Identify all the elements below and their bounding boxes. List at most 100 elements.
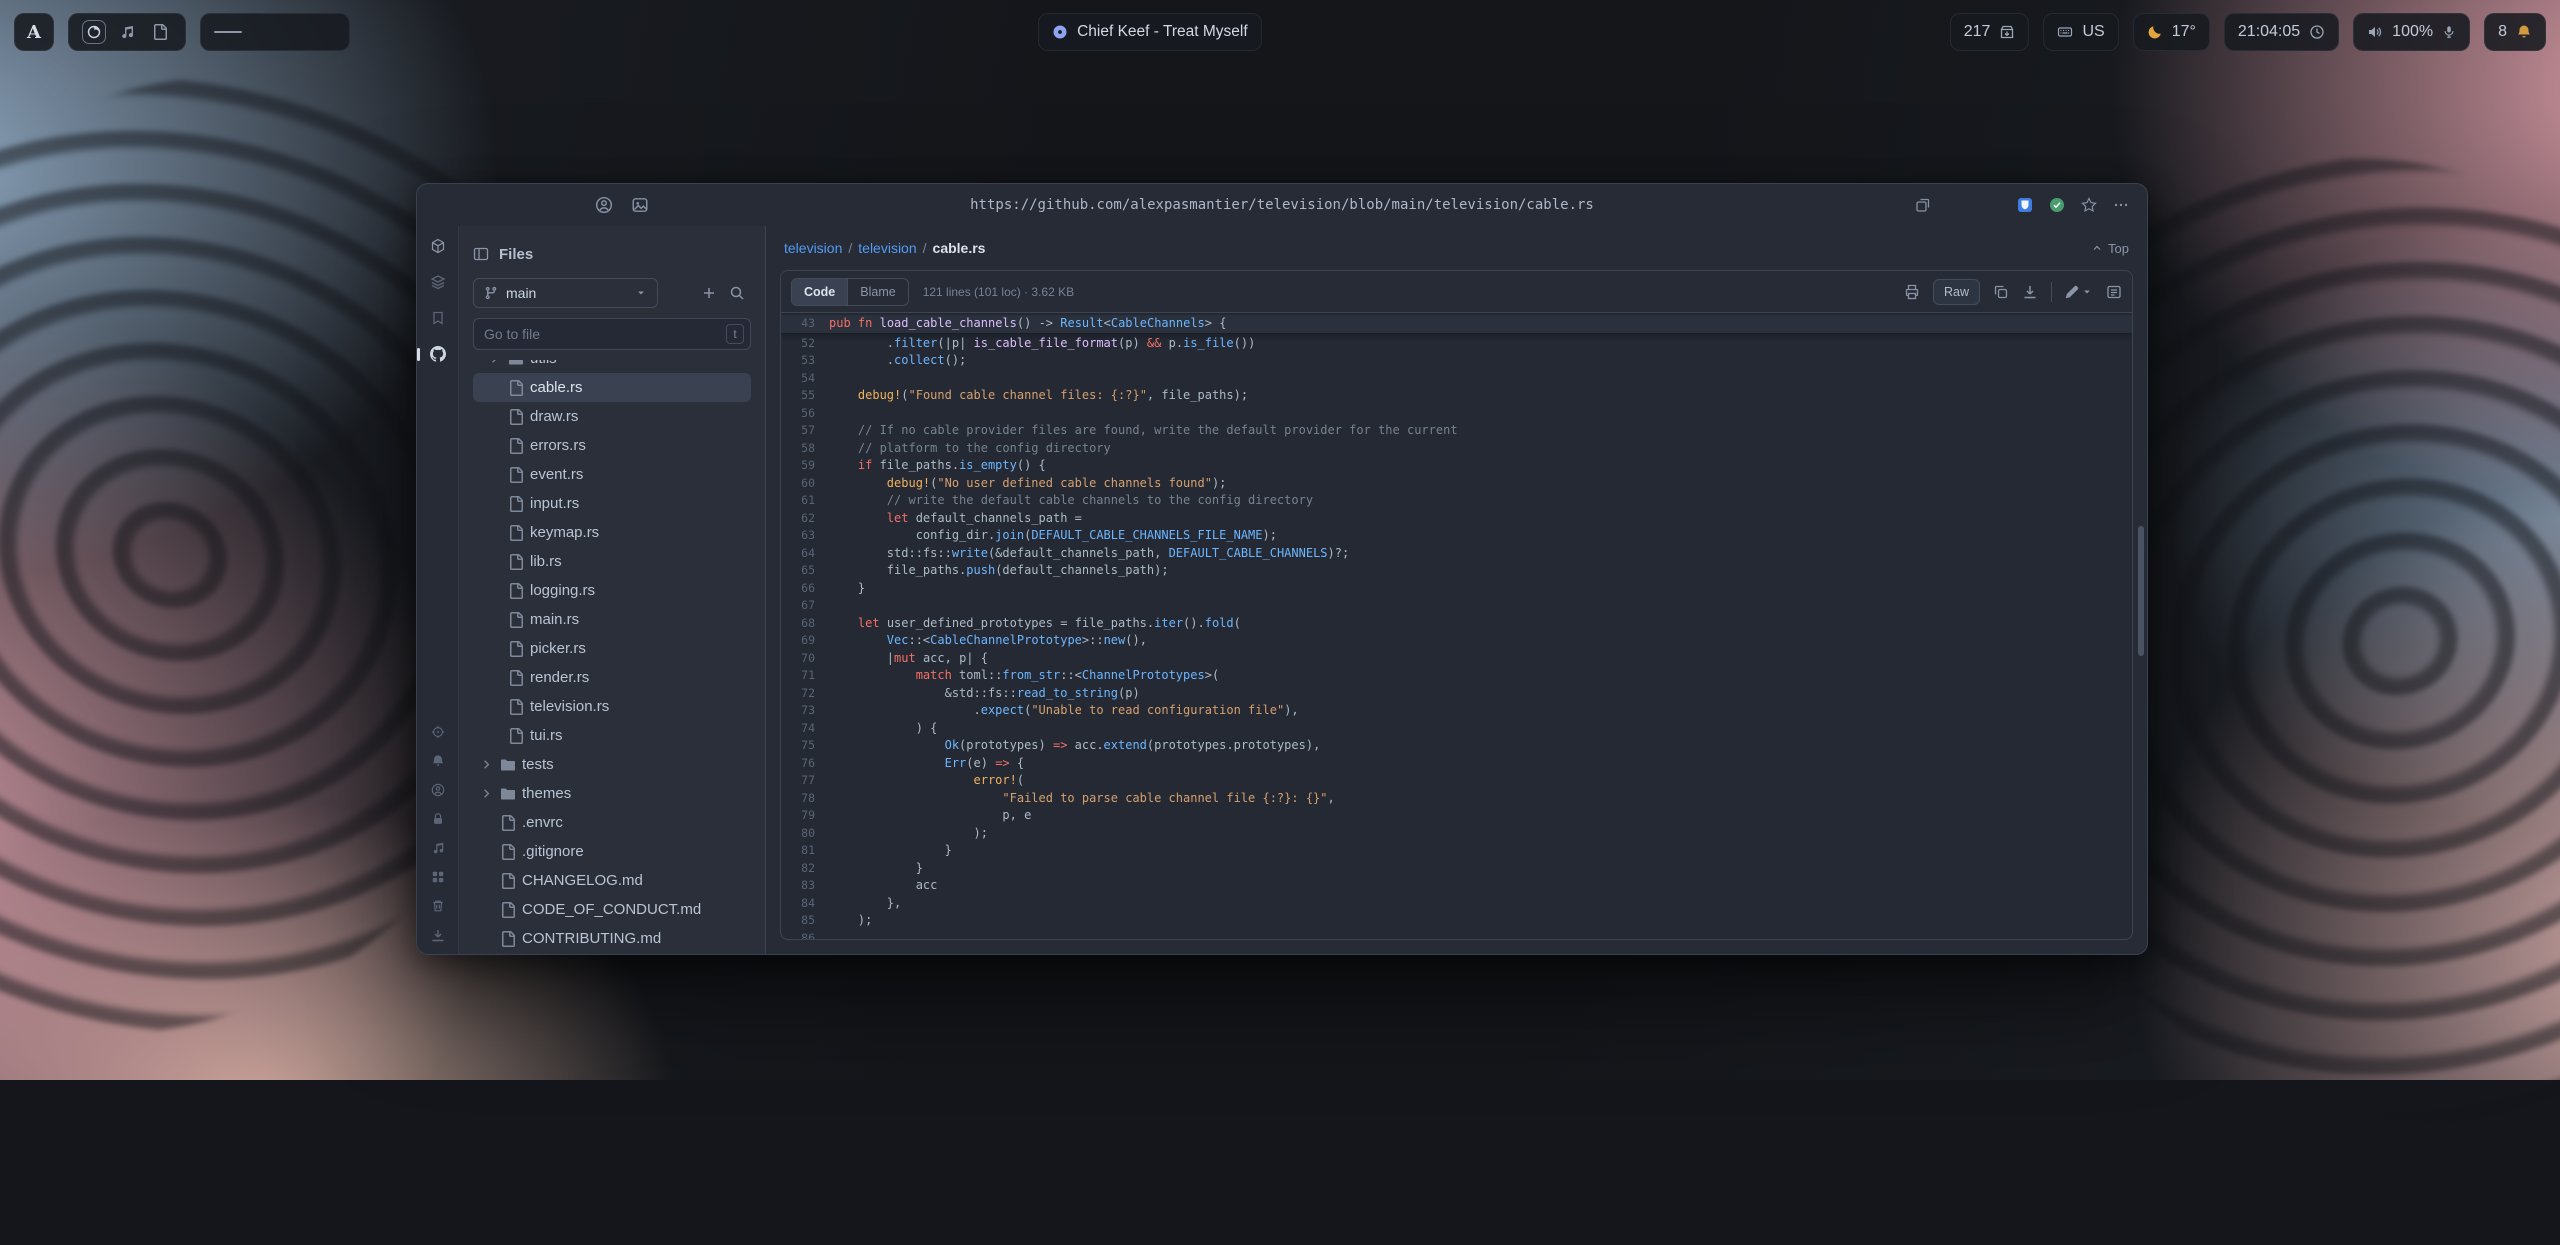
extension-icon[interactable] <box>2049 197 2065 213</box>
line-number[interactable]: 72 <box>781 685 829 703</box>
tree-item-draw.rs[interactable]: draw.rs <box>473 402 751 431</box>
line-number[interactable]: 69 <box>781 632 829 650</box>
tree-item-.gitignore[interactable]: .gitignore <box>473 837 751 866</box>
strip-bell-icon[interactable] <box>431 754 445 768</box>
edit-button[interactable] <box>2065 285 2093 299</box>
notifications-widget[interactable]: 8 <box>2484 13 2546 51</box>
target-icon[interactable] <box>431 725 445 739</box>
tree-item-CHANGELOG.md[interactable]: CHANGELOG.md <box>473 866 751 895</box>
bookmarks-icon[interactable] <box>430 310 446 326</box>
tree-item-tui.rs[interactable]: tui.rs <box>473 721 751 750</box>
line-number[interactable]: 58 <box>781 440 829 458</box>
line-number[interactable]: 70 <box>781 650 829 668</box>
apps-grid-icon[interactable] <box>431 870 445 884</box>
line-number[interactable]: 83 <box>781 877 829 895</box>
lock-icon[interactable] <box>431 812 445 826</box>
tree-item-lib.rs[interactable]: lib.rs <box>473 547 751 576</box>
line-number[interactable]: 60 <box>781 475 829 493</box>
tree-item-main.rs[interactable]: main.rs <box>473 605 751 634</box>
go-to-file-input[interactable] <box>473 318 751 350</box>
line-number[interactable]: 66 <box>781 580 829 598</box>
tree-item-.envrc[interactable]: .envrc <box>473 808 751 837</box>
line-number[interactable]: 73 <box>781 702 829 720</box>
bitwarden-extension-icon[interactable] <box>2017 197 2033 213</box>
line-number[interactable]: 52 <box>781 335 829 353</box>
downloads-icon[interactable] <box>430 928 446 944</box>
line-number[interactable]: 76 <box>781 755 829 773</box>
launcher-button[interactable]: A <box>14 13 54 51</box>
line-number[interactable]: 74 <box>781 720 829 738</box>
user-icon[interactable] <box>431 783 445 797</box>
document-app-icon[interactable] <box>148 20 172 44</box>
weather-widget[interactable]: 17° <box>2133 13 2210 51</box>
line-number[interactable]: 62 <box>781 510 829 528</box>
tree-item-event.rs[interactable]: event.rs <box>473 460 751 489</box>
browser-app-icon[interactable] <box>82 20 106 44</box>
tree-item-render.rs[interactable]: render.rs <box>473 663 751 692</box>
breadcrumb-repo-link[interactable]: television <box>784 240 842 256</box>
line-number[interactable]: 79 <box>781 807 829 825</box>
tree-item-logging.rs[interactable]: logging.rs <box>473 576 751 605</box>
blame-tab[interactable]: Blame <box>847 279 907 305</box>
tree-item-errors.rs[interactable]: errors.rs <box>473 431 751 460</box>
line-number[interactable]: 86 <box>781 930 829 940</box>
profile-icon[interactable] <box>595 196 613 214</box>
clock-widget[interactable]: 21:04:05 <box>2224 13 2339 51</box>
line-number[interactable]: 75 <box>781 737 829 755</box>
strip-music-icon[interactable] <box>431 841 445 855</box>
trash-icon[interactable] <box>431 899 445 913</box>
now-playing-widget[interactable]: Chief Keef - Treat Myself <box>1038 13 1262 51</box>
line-number[interactable]: 80 <box>781 825 829 843</box>
raw-button[interactable]: Raw <box>1933 279 1980 305</box>
tree-item-Cargo.lock[interactable]: Cargo.lock <box>473 953 751 954</box>
line-number[interactable]: 53 <box>781 352 829 370</box>
workspace-pill[interactable] <box>200 13 350 51</box>
symbols-panel-icon[interactable] <box>2106 284 2122 300</box>
music-app-icon[interactable] <box>115 20 139 44</box>
audio-widget[interactable]: 100% <box>2353 13 2470 51</box>
back-to-top-link[interactable]: Top <box>2091 241 2129 256</box>
updates-widget[interactable]: 217 <box>1950 13 2030 51</box>
code-tab[interactable]: Code <box>792 279 847 305</box>
tree-item-picker.rs[interactable]: picker.rs <box>473 634 751 663</box>
scrollbar-thumb[interactable] <box>2138 526 2144 656</box>
tab-overview-icon[interactable] <box>1915 197 1931 213</box>
line-number[interactable]: 57 <box>781 422 829 440</box>
tree-item-input.rs[interactable]: input.rs <box>473 489 751 518</box>
line-number[interactable]: 71 <box>781 667 829 685</box>
tree-item-utils[interactable]: utils <box>473 360 751 373</box>
url-bar[interactable]: https://github.com/alexpasmantier/televi… <box>417 197 2147 213</box>
tree-item-cable.rs[interactable]: cable.rs <box>473 373 751 402</box>
line-number[interactable]: 77 <box>781 772 829 790</box>
tree-item-keymap.rs[interactable]: keymap.rs <box>473 518 751 547</box>
line-number[interactable]: 68 <box>781 615 829 633</box>
line-number[interactable]: 85 <box>781 912 829 930</box>
line-number[interactable]: 82 <box>781 860 829 878</box>
layers-icon[interactable] <box>430 274 446 290</box>
line-number[interactable]: 55 <box>781 387 829 405</box>
boxes-icon[interactable] <box>430 238 446 254</box>
line-number[interactable]: 56 <box>781 405 829 423</box>
line-number[interactable]: 81 <box>781 842 829 860</box>
menu-icon[interactable] <box>2113 197 2129 213</box>
line-number[interactable]: 78 <box>781 790 829 808</box>
line-number[interactable]: 54 <box>781 370 829 388</box>
new-file-button[interactable] <box>695 279 723 307</box>
keyboard-layout-widget[interactable]: US <box>2043 13 2118 51</box>
line-number[interactable]: 63 <box>781 527 829 545</box>
tree-item-themes[interactable]: themes <box>473 779 751 808</box>
line-number[interactable]: 67 <box>781 597 829 615</box>
download-icon[interactable] <box>2022 284 2038 300</box>
bookmark-star-icon[interactable] <box>2081 197 2097 213</box>
line-number[interactable]: 61 <box>781 492 829 510</box>
line-number[interactable]: 59 <box>781 457 829 475</box>
search-files-button[interactable] <box>723 279 751 307</box>
tree-item-television.rs[interactable]: television.rs <box>473 692 751 721</box>
line-number[interactable]: 65 <box>781 562 829 580</box>
tree-item-CONTRIBUTING.md[interactable]: CONTRIBUTING.md <box>473 924 751 953</box>
tree-item-tests[interactable]: tests <box>473 750 751 779</box>
breadcrumb-dir-link[interactable]: television <box>858 240 916 256</box>
github-tab-icon[interactable] <box>430 346 446 362</box>
print-icon[interactable] <box>1904 284 1920 300</box>
media-icon[interactable] <box>631 196 649 214</box>
